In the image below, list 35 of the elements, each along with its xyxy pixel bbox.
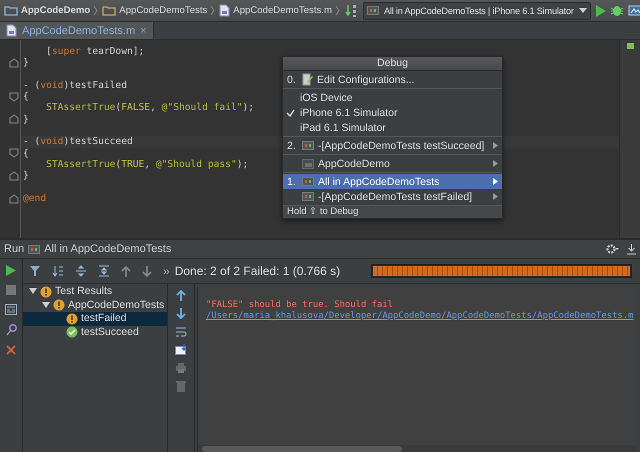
menu-item[interactable]: iPhone 6.1 Simulator (283, 105, 502, 120)
code-line: - (void)testFailed (23, 80, 127, 92)
code-line: [super tearDown]; (45, 46, 144, 58)
tree-item[interactable]: AppCodeDemoTests (23, 298, 167, 312)
tree-item[interactable]: Test Results (23, 285, 167, 298)
tree-item[interactable]: testSucceed (23, 326, 167, 339)
code-line: - (void)testSucceed (23, 136, 133, 148)
code-line: { (23, 148, 29, 159)
breadcrumb[interactable]: AppCodeDemoTests.m (218, 4, 341, 17)
menu-item[interactable]: 1. All in AppCodeDemoTests (283, 174, 502, 189)
menu-item[interactable]: -[AppCodeDemoTests testFailed] (283, 189, 502, 204)
run-config-dropdown[interactable]: All in AppCodeDemoTests | iPhone 6.1 Simulator (362, 2, 591, 20)
code-line: @end (23, 192, 46, 204)
menu-item[interactable]: 0. Edit Configurations... (283, 72, 502, 87)
code-line: { (23, 91, 29, 102)
menu-item[interactable]: iPad 6.1 Simulator (283, 120, 502, 135)
more-button[interactable]: » (163, 264, 170, 278)
error-message: "FALSE" should be true. Should fail (206, 300, 394, 311)
code-line: } (23, 114, 29, 126)
menu-item[interactable]: iOS Device (283, 90, 502, 105)
breadcrumb[interactable]: AppCodeDemoTests (101, 5, 216, 16)
menu-hint: Hold ⇧ to Debug (283, 206, 502, 218)
tree-item[interactable]: testFailed (23, 312, 167, 326)
menu-title: Debug (283, 57, 502, 71)
code-line: STAssertTrue(FALSE, @"Should fail"); (45, 102, 254, 114)
menu-item[interactable]: 2. -[AppCodeDemoTests testSucceed] (283, 138, 502, 153)
code-line: STAssertTrue(TRUE, @"Should pass"); (45, 158, 248, 170)
test-status: Done: 2 of 2 Failed: 1 (0.766 s) (174, 264, 340, 278)
menu-item[interactable]: AppCodeDemo (283, 156, 502, 171)
breadcrumb[interactable]: AppCodeDemo (3, 5, 100, 16)
file-link[interactable]: /Users/maria_khalusova/Developer/AppCodeDemo/AppCodeDemoTests/AppCodeDemoTests.m (206, 311, 634, 322)
code-line: } (23, 57, 29, 69)
code-line: } (23, 170, 29, 182)
run-config-label: All in AppCodeDemoTests (44, 243, 172, 255)
panel-title: Run (4, 243, 24, 255)
